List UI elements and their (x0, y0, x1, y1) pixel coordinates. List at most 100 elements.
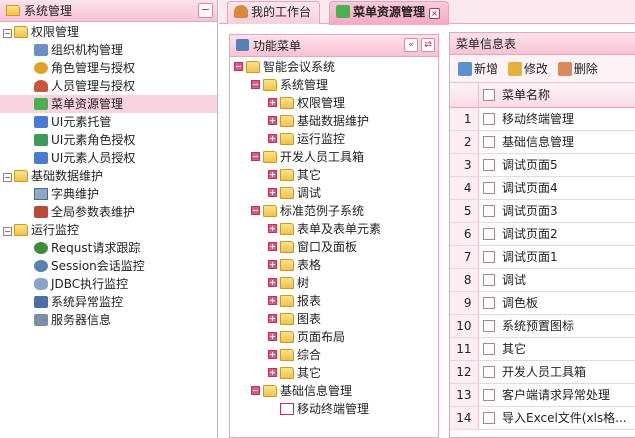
tree-item-request-trace[interactable]: Requst请求跟踪 (0, 239, 217, 257)
tree-node[interactable]: 综合 (230, 346, 438, 364)
tree-node[interactable]: 基础信息管理 (230, 382, 438, 400)
expand-toggle-icon[interactable] (268, 350, 277, 359)
collapse-left-button[interactable]: « (404, 38, 418, 52)
row-name: 导入Excel文件(xls格... (500, 406, 635, 430)
table-row[interactable]: 14 导入Excel文件(xls格... (450, 406, 635, 430)
tree-node[interactable]: 其它 (230, 364, 438, 382)
tree-node[interactable]: 其它 (230, 166, 438, 184)
table-row[interactable]: 12 开发人员工具箱 (450, 360, 635, 384)
table-row[interactable]: 7 调试页面1 (450, 245, 635, 269)
row-checkbox[interactable] (483, 181, 496, 194)
tree-node[interactable]: 报表 (230, 292, 438, 310)
select-all-checkbox[interactable] (483, 88, 496, 101)
tab-my-workbench[interactable]: 我的工作台 (227, 1, 321, 24)
expand-toggle-icon[interactable] (268, 368, 277, 377)
edit-button[interactable]: 修改 (507, 59, 548, 79)
tree-root[interactable]: 智能会议系统 (230, 58, 438, 76)
collapse-toggle-icon[interactable]: − (3, 29, 12, 38)
collapse-toggle-icon[interactable] (251, 206, 260, 215)
row-checkbox[interactable] (483, 227, 496, 240)
expand-toggle-icon[interactable] (268, 278, 277, 287)
table-row[interactable]: 6 调试页面2 (450, 222, 635, 246)
row-checkbox[interactable] (483, 204, 496, 217)
delete-button[interactable]: 删除 (557, 59, 598, 79)
table-row[interactable]: 9 调色板 (450, 291, 635, 315)
collapse-toggle-icon[interactable] (251, 80, 260, 89)
row-checkbox[interactable] (483, 296, 496, 309)
tree-item-ui-host[interactable]: UI元素托管 (0, 113, 217, 131)
row-checkbox[interactable] (483, 158, 496, 171)
expand-toggle-icon[interactable] (268, 188, 277, 197)
collapse-button[interactable]: − (198, 3, 213, 18)
close-icon[interactable]: × (429, 8, 441, 19)
refresh-button[interactable]: ⇄ (421, 38, 435, 52)
tree-item-exception[interactable]: 系统异常监控 (0, 293, 217, 311)
tree-node[interactable]: 调试 (230, 184, 438, 202)
tree-node[interactable]: 权限管理 (230, 94, 438, 112)
tree-node[interactable]: 表格 (230, 256, 438, 274)
tree-item-global-params[interactable]: 全局参数表维护 (0, 203, 217, 221)
collapse-toggle-icon[interactable]: − (3, 173, 12, 182)
expand-toggle-icon[interactable] (268, 134, 277, 143)
expand-toggle-icon[interactable] (268, 224, 277, 233)
tree-node[interactable]: 图表 (230, 310, 438, 328)
table-row[interactable]: 4 调试页面4 (450, 176, 635, 200)
row-checkbox[interactable] (483, 411, 496, 424)
tree-node[interactable]: 页面布局 (230, 328, 438, 346)
tree-leaf[interactable]: 移动终端管理 (230, 400, 438, 418)
table-row[interactable]: 1 移动终端管理 (450, 107, 635, 131)
tree-item-ui-user[interactable]: UI元素人员授权 (0, 149, 217, 167)
collapse-toggle-icon[interactable] (251, 386, 260, 395)
tree-group-monitor[interactable]: − 运行监控 (0, 221, 217, 239)
tree-node[interactable]: 基础数据维护 (230, 112, 438, 130)
row-checkbox[interactable] (483, 250, 496, 263)
tree-item-menu-resource[interactable]: 菜单资源管理 (0, 95, 217, 113)
expand-toggle-icon[interactable] (268, 170, 277, 179)
table-row[interactable]: 13 客户端请求异常处理 (450, 383, 635, 407)
tree-node[interactable]: 表单及表单元素 (230, 220, 438, 238)
expand-toggle-icon[interactable] (268, 260, 277, 269)
tree-node[interactable]: 系统管理 (230, 76, 438, 94)
expand-toggle-icon[interactable] (268, 332, 277, 341)
tree-node[interactable]: 标准范例子系统 (230, 202, 438, 220)
tree-item-org[interactable]: 组织机构管理 (0, 41, 217, 59)
tree-item-ui-role[interactable]: UI元素角色授权 (0, 131, 217, 149)
collapse-toggle-icon[interactable]: − (3, 227, 12, 236)
add-button[interactable]: 新增 (458, 59, 498, 79)
expand-toggle-icon[interactable] (268, 242, 277, 251)
row-checkbox[interactable] (483, 342, 496, 355)
tree-node[interactable]: 运行监控 (230, 130, 438, 148)
tree-item-server[interactable]: 服务器信息 (0, 311, 217, 329)
row-checkbox[interactable] (483, 112, 496, 125)
tree-group-permission[interactable]: − 权限管理 (0, 23, 217, 41)
tree-item-jdbc[interactable]: JDBC执行监控 (0, 275, 217, 293)
tree-node[interactable]: 树 (230, 274, 438, 292)
collapse-toggle-icon[interactable] (234, 62, 243, 71)
table-row[interactable]: 2 基础信息管理 (450, 130, 635, 154)
table-row[interactable]: 11 其它 (450, 337, 635, 361)
row-checkbox[interactable] (483, 273, 496, 286)
tree-item-role[interactable]: 角色管理与授权 (0, 59, 217, 77)
row-checkbox[interactable] (483, 135, 496, 148)
expand-toggle-icon[interactable] (268, 314, 277, 323)
row-checkbox[interactable] (483, 319, 496, 332)
table-row[interactable]: 10 系统预置图标 (450, 314, 635, 338)
row-checkbox[interactable] (483, 388, 496, 401)
expand-toggle-icon[interactable] (268, 116, 277, 125)
tree-item-session[interactable]: Session会话监控 (0, 257, 217, 275)
expand-toggle-icon[interactable] (268, 98, 277, 107)
tab-menu-resource[interactable]: 菜单资源管理 × (329, 1, 450, 25)
collapse-toggle-icon[interactable] (251, 152, 260, 161)
tree-item-dictionary[interactable]: 字典维护 (0, 185, 217, 203)
tree-group-basic-data[interactable]: − 基础数据维护 (0, 167, 217, 185)
tree-node[interactable]: 开发人员工具箱 (230, 148, 438, 166)
column-header-name[interactable]: 菜单名称 (500, 83, 635, 108)
tree-node[interactable]: 窗口及面板 (230, 238, 438, 256)
tree-item-user[interactable]: 人员管理与授权 (0, 77, 217, 95)
table-row[interactable]: 5 调试页面3 (450, 199, 635, 223)
expand-toggle-icon[interactable] (268, 296, 277, 305)
row-number: 12 (450, 360, 479, 384)
table-row[interactable]: 8 调试 (450, 268, 635, 292)
table-row[interactable]: 3 调试页面5 (450, 153, 635, 177)
row-checkbox[interactable] (483, 365, 496, 378)
